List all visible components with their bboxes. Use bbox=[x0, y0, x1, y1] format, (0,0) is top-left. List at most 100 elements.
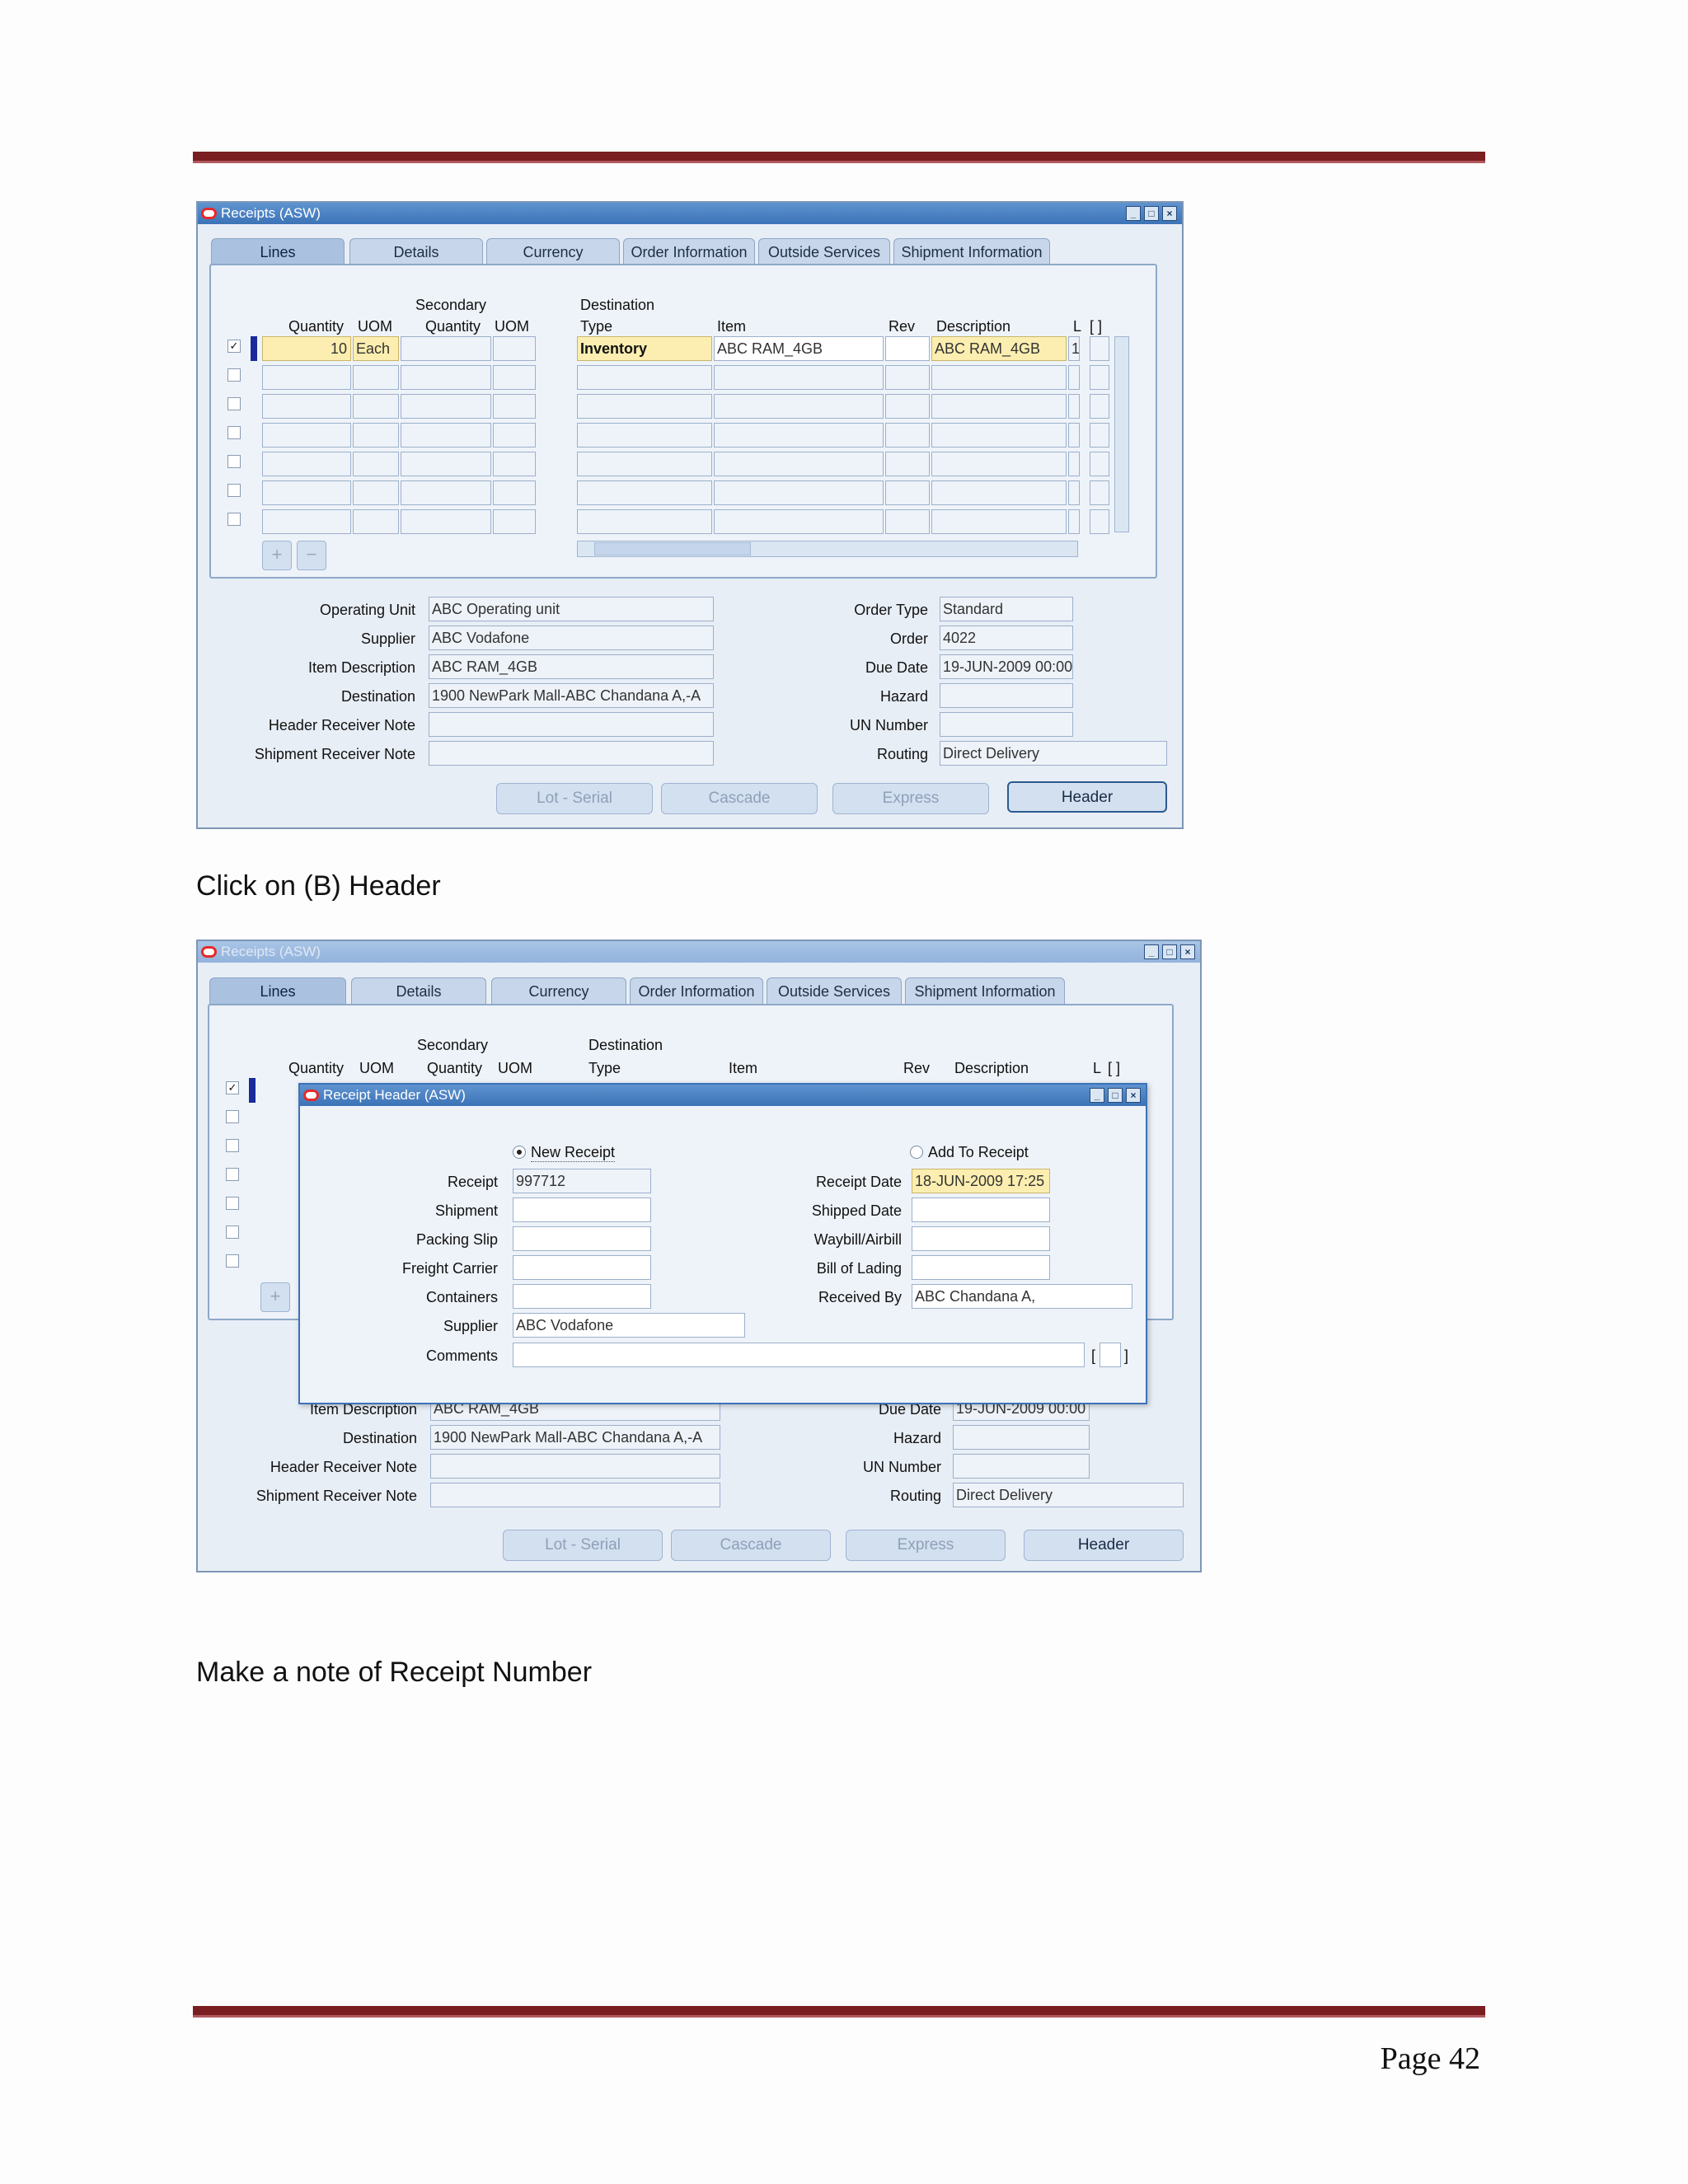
lot-serial-button[interactable]: Lot - Serial bbox=[503, 1530, 663, 1561]
maximize-icon[interactable]: □ bbox=[1108, 1088, 1123, 1103]
table-cell[interactable] bbox=[262, 394, 351, 419]
table-cell[interactable] bbox=[931, 509, 1067, 534]
uom-field[interactable]: Each bbox=[353, 336, 399, 361]
row-checkbox[interactable] bbox=[227, 397, 241, 410]
express-button[interactable]: Express bbox=[832, 783, 989, 814]
table-cell[interactable] bbox=[931, 423, 1067, 448]
cascade-button[interactable]: Cascade bbox=[671, 1530, 831, 1561]
table-cell[interactable] bbox=[353, 394, 399, 419]
tab-shipment-information[interactable]: Shipment Information bbox=[893, 238, 1050, 265]
table-cell[interactable] bbox=[885, 394, 930, 419]
secondary-uom-field[interactable] bbox=[493, 336, 536, 361]
waybill-airbill-field[interactable] bbox=[912, 1226, 1050, 1251]
shipped-date-field[interactable] bbox=[912, 1197, 1050, 1222]
supplier-field[interactable]: ABC Vodafone bbox=[429, 626, 714, 650]
flex-field[interactable] bbox=[1090, 336, 1109, 361]
table-cell[interactable] bbox=[931, 480, 1067, 505]
close-icon[interactable]: × bbox=[1180, 944, 1195, 959]
plus-icon[interactable]: + bbox=[260, 1282, 290, 1312]
table-cell[interactable] bbox=[1090, 365, 1109, 390]
packing-slip-field[interactable] bbox=[513, 1226, 651, 1251]
row-checkbox[interactable] bbox=[226, 1110, 239, 1123]
row-checkbox[interactable] bbox=[227, 426, 241, 439]
row-checkbox[interactable] bbox=[226, 1226, 239, 1239]
cascade-button[interactable]: Cascade bbox=[661, 783, 818, 814]
table-cell[interactable] bbox=[353, 509, 399, 534]
received-by-field[interactable]: ABC Chandana A, bbox=[912, 1284, 1132, 1309]
row-checkbox[interactable] bbox=[227, 455, 241, 468]
scroll-thumb[interactable] bbox=[594, 542, 751, 555]
secondary-quantity-field[interactable] bbox=[401, 336, 491, 361]
table-cell[interactable] bbox=[1090, 480, 1109, 505]
tab-lines[interactable]: Lines bbox=[211, 238, 345, 265]
routing-field[interactable]: Direct Delivery bbox=[940, 741, 1167, 766]
table-cell[interactable] bbox=[931, 365, 1067, 390]
containers-field[interactable] bbox=[513, 1284, 651, 1309]
close-icon[interactable]: × bbox=[1126, 1088, 1141, 1103]
table-cell[interactable] bbox=[262, 509, 351, 534]
table-cell[interactable] bbox=[885, 452, 930, 476]
table-cell[interactable] bbox=[401, 452, 491, 476]
tab-currency[interactable]: Currency bbox=[491, 977, 626, 1004]
plus-icon[interactable]: + bbox=[262, 541, 292, 570]
add-to-receipt-radio[interactable] bbox=[910, 1146, 923, 1159]
table-cell[interactable] bbox=[714, 480, 884, 505]
tab-order-information[interactable]: Order Information bbox=[630, 977, 763, 1004]
table-cell[interactable] bbox=[1068, 423, 1080, 448]
tab-details[interactable]: Details bbox=[351, 977, 486, 1004]
table-cell[interactable] bbox=[577, 365, 712, 390]
table-cell[interactable] bbox=[577, 480, 712, 505]
table-cell[interactable] bbox=[885, 423, 930, 448]
table-cell[interactable] bbox=[493, 480, 536, 505]
table-cell[interactable] bbox=[1068, 365, 1080, 390]
table-cell[interactable] bbox=[1068, 509, 1080, 534]
minimize-icon[interactable]: _ bbox=[1090, 1088, 1104, 1103]
destination-field[interactable]: 1900 NewPark Mall-ABC Chandana A,-A bbox=[429, 683, 714, 708]
table-cell[interactable] bbox=[714, 394, 884, 419]
item-description-field[interactable]: ABC RAM_4GB bbox=[429, 654, 714, 679]
header-button[interactable]: Header bbox=[1007, 781, 1167, 813]
row-checkbox[interactable]: ✓ bbox=[227, 340, 241, 353]
table-cell[interactable] bbox=[401, 394, 491, 419]
table-cell[interactable] bbox=[714, 365, 884, 390]
shipment-field[interactable] bbox=[513, 1197, 651, 1222]
header-receiver-note-field[interactable] bbox=[429, 712, 714, 737]
table-cell[interactable] bbox=[353, 365, 399, 390]
table-cell[interactable] bbox=[493, 423, 536, 448]
lot-serial-button[interactable]: Lot - Serial bbox=[496, 783, 653, 814]
minus-icon[interactable]: − bbox=[297, 541, 326, 570]
horizontal-scrollbar[interactable] bbox=[577, 541, 1078, 557]
row-checkbox[interactable]: ✓ bbox=[226, 1081, 239, 1094]
row-checkbox[interactable] bbox=[226, 1168, 239, 1181]
add-to-receipt-label[interactable]: Add To Receipt bbox=[928, 1144, 1029, 1161]
new-receipt-radio[interactable] bbox=[513, 1146, 526, 1159]
table-cell[interactable] bbox=[577, 423, 712, 448]
table-cell[interactable] bbox=[401, 423, 491, 448]
table-cell[interactable] bbox=[885, 480, 930, 505]
table-cell[interactable] bbox=[885, 509, 930, 534]
table-cell[interactable] bbox=[493, 452, 536, 476]
minimize-icon[interactable]: _ bbox=[1144, 944, 1159, 959]
table-cell[interactable] bbox=[577, 452, 712, 476]
tab-details[interactable]: Details bbox=[349, 238, 483, 265]
supplier-field[interactable]: ABC Vodafone bbox=[513, 1313, 745, 1338]
table-cell[interactable] bbox=[493, 365, 536, 390]
close-icon[interactable]: × bbox=[1162, 206, 1177, 221]
receipt-number-field[interactable]: 997712 bbox=[513, 1169, 651, 1193]
routing-field[interactable]: Direct Delivery bbox=[953, 1483, 1184, 1507]
quantity-field[interactable]: 10 bbox=[262, 336, 351, 361]
vertical-scrollbar[interactable] bbox=[1114, 336, 1129, 532]
table-cell[interactable] bbox=[262, 480, 351, 505]
table-cell[interactable] bbox=[493, 394, 536, 419]
tab-currency[interactable]: Currency bbox=[486, 238, 620, 265]
hazard-field[interactable] bbox=[940, 683, 1073, 708]
un-number-field[interactable] bbox=[940, 712, 1073, 737]
bill-of-lading-field[interactable] bbox=[912, 1255, 1050, 1280]
table-cell[interactable] bbox=[262, 452, 351, 476]
row-checkbox[interactable] bbox=[227, 368, 241, 382]
hazard-field[interactable] bbox=[953, 1425, 1090, 1450]
rev-field[interactable] bbox=[885, 336, 930, 361]
table-cell[interactable] bbox=[1090, 423, 1109, 448]
table-cell[interactable] bbox=[262, 423, 351, 448]
table-cell[interactable] bbox=[262, 365, 351, 390]
